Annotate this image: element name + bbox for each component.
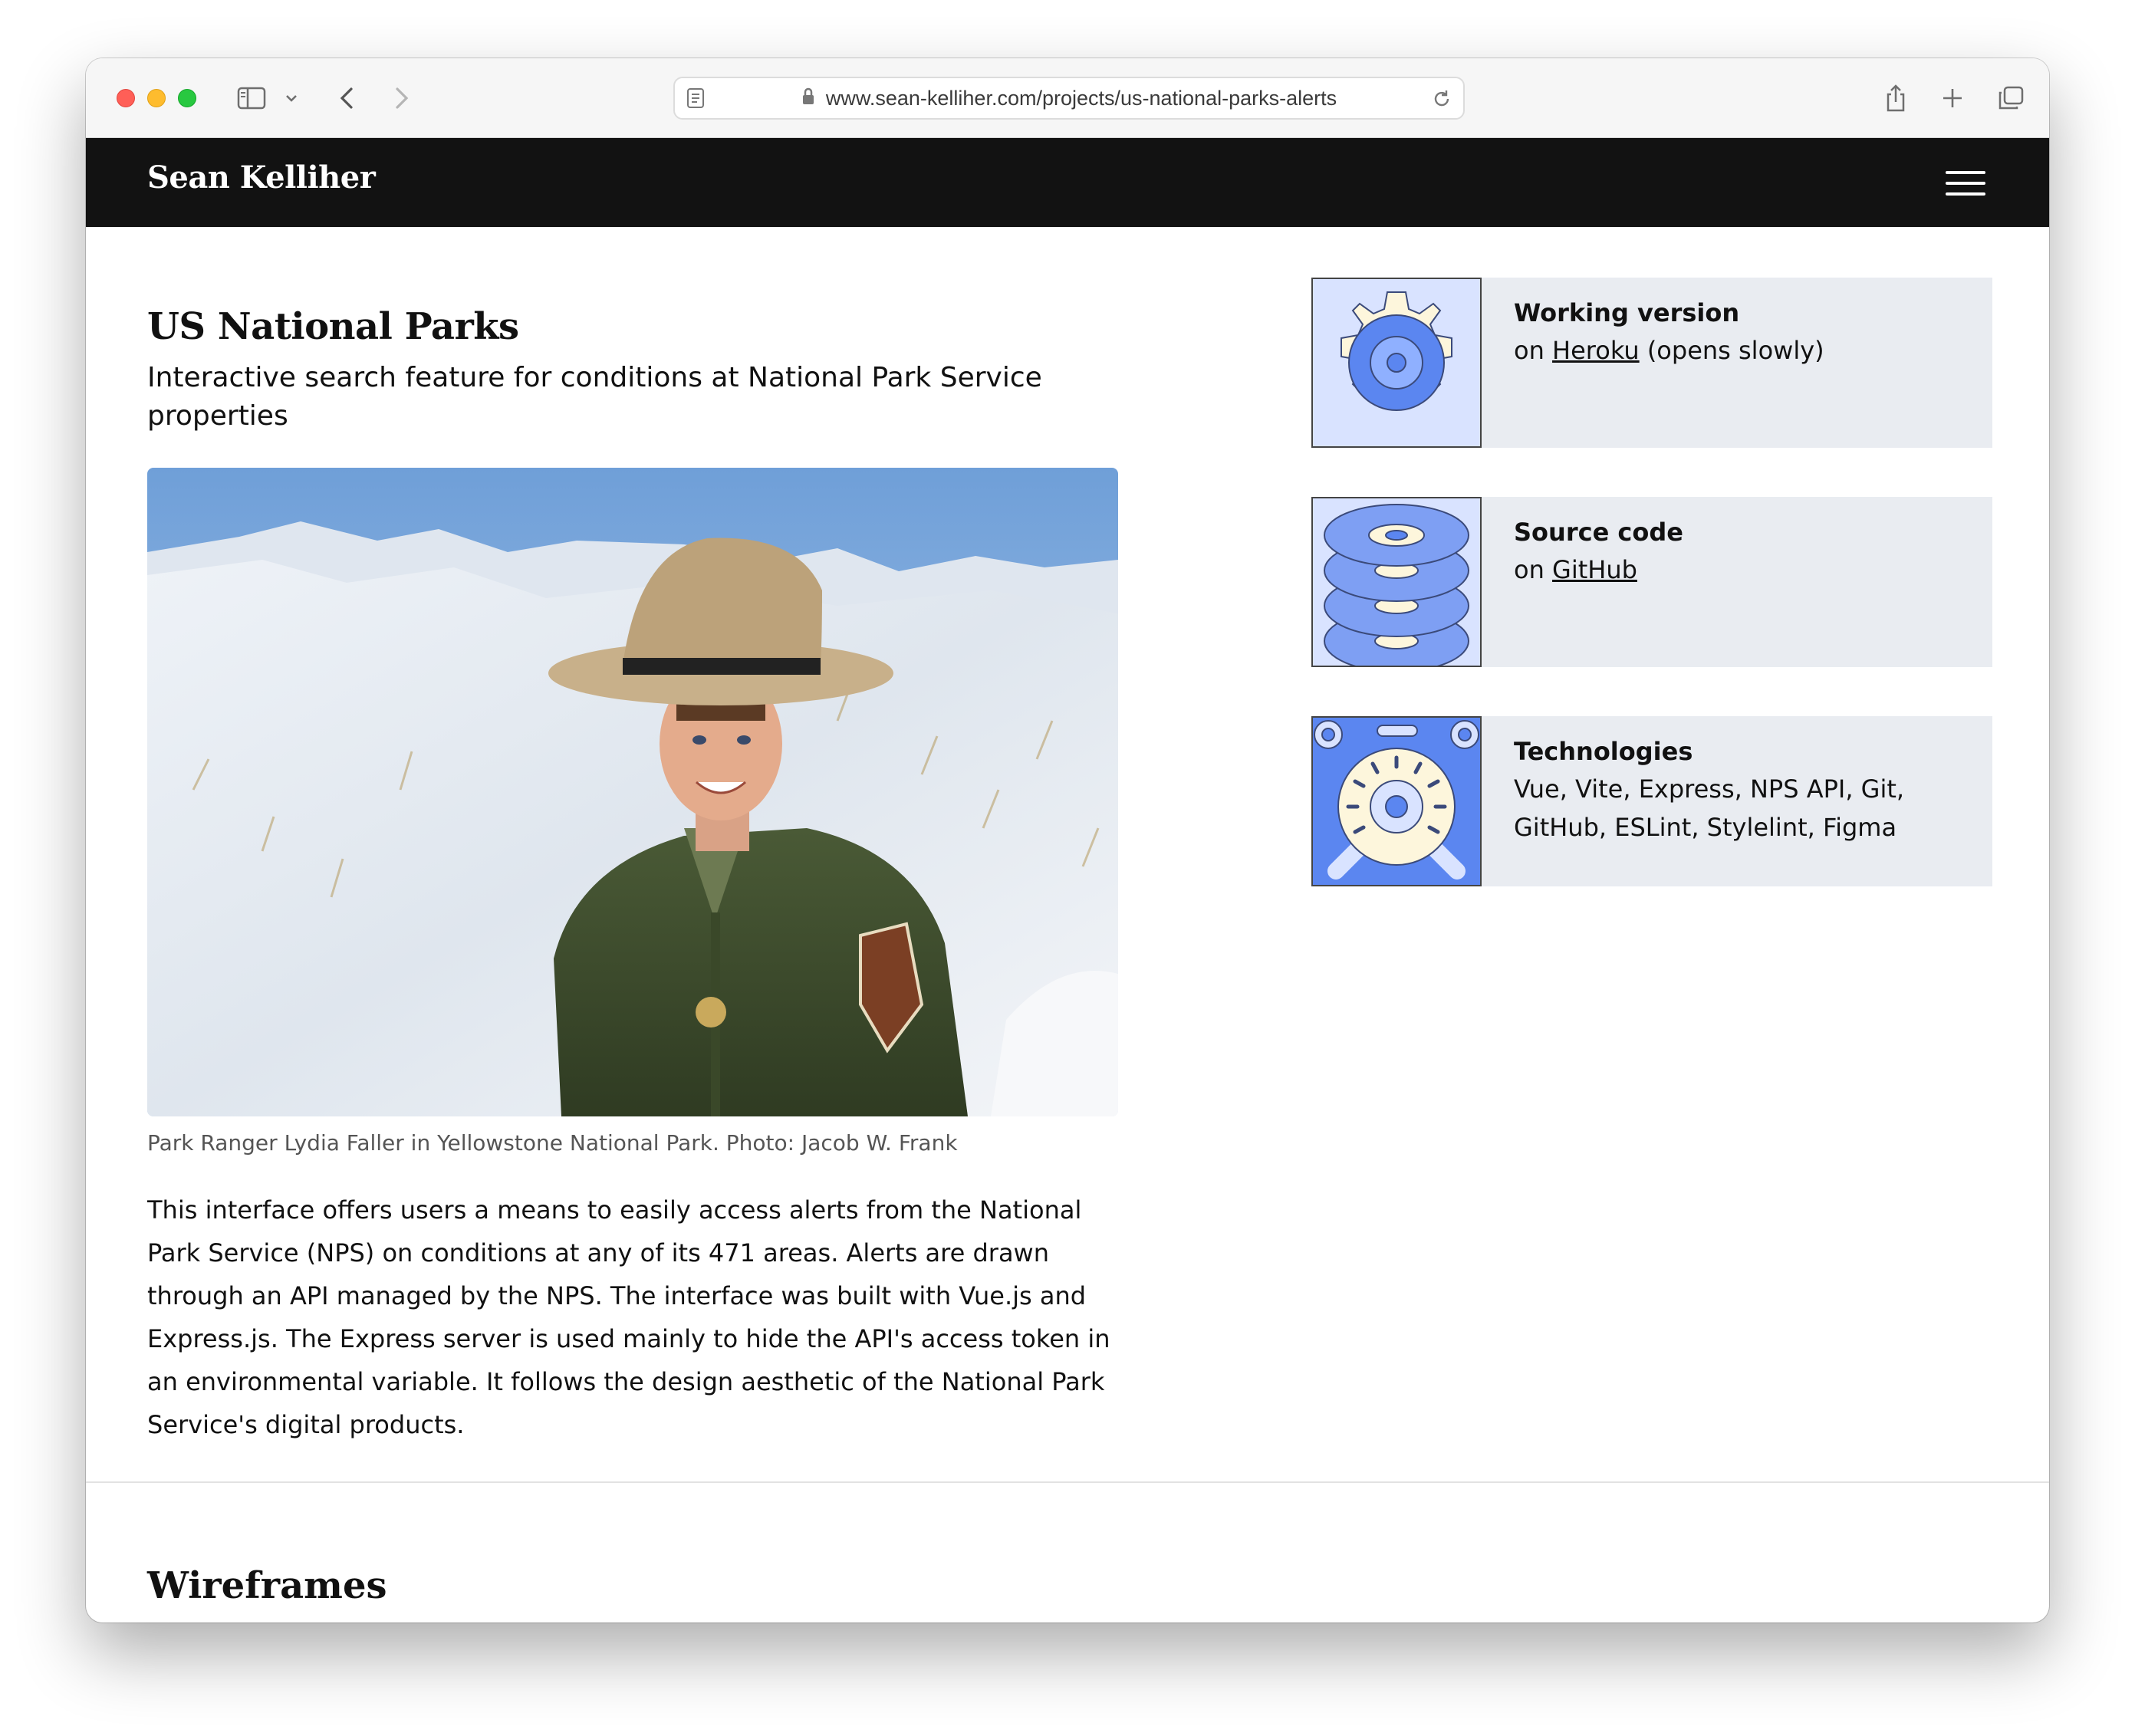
card-source-code: Source code on GitHub	[1311, 497, 1992, 672]
card-description: on GitHub	[1514, 555, 1637, 584]
reader-view-icon[interactable]	[686, 87, 706, 112]
hero-photo	[147, 468, 1118, 1116]
new-tab-icon[interactable]	[1937, 77, 1968, 120]
back-arrow-icon[interactable]	[331, 77, 362, 120]
close-window-button[interactable]	[117, 89, 135, 107]
card-technologies: Technologies Vue, Vite, Express, NPS API…	[1311, 716, 1992, 886]
heroku-link[interactable]: Heroku	[1552, 336, 1640, 365]
forward-arrow-icon[interactable]	[387, 77, 417, 120]
page-title: US National Parks	[147, 305, 519, 348]
card-title: Source code	[1514, 518, 1683, 547]
page-subtitle: Interactive search feature for condition…	[147, 362, 1042, 432]
card-working-version: Working version on Heroku (opens slowly)	[1311, 278, 1992, 448]
hamburger-menu-icon[interactable]	[1946, 171, 1985, 196]
zoom-window-button[interactable]	[178, 89, 196, 107]
url-text: www.sean-kelliher.com/projects/us-nation…	[825, 86, 1337, 110]
card-title: Working version	[1514, 298, 1740, 327]
reload-icon[interactable]	[1431, 88, 1452, 113]
chevron-down-icon[interactable]	[282, 77, 301, 120]
share-icon[interactable]	[1880, 77, 1911, 120]
card-description: on Heroku (opens slowly)	[1514, 336, 1824, 365]
photo-caption: Park Ranger Lydia Faller in Yellowstone …	[147, 1130, 958, 1156]
site-brand[interactable]: Sean Kelliher	[147, 159, 376, 196]
stacked-disks-icon	[1311, 497, 1482, 672]
address-bar[interactable]: www.sean-kelliher.com/projects/us-nation…	[673, 77, 1465, 120]
gear-icon	[1311, 278, 1482, 448]
dial-machine-icon	[1311, 716, 1482, 886]
browser-window: www.sean-kelliher.com/projects/us-nation…	[86, 58, 2049, 1623]
card-title: Technologies	[1514, 737, 1693, 766]
project-description: This interface offers users a means to e…	[147, 1195, 1110, 1439]
minimize-window-button[interactable]	[147, 89, 166, 107]
tab-overview-icon[interactable]	[1994, 77, 2028, 120]
browser-toolbar: www.sean-kelliher.com/projects/us-nation…	[86, 58, 2049, 138]
card-description: Vue, Vite, Express, NPS API, Git, GitHub…	[1514, 774, 1905, 842]
sidebar-icon[interactable]	[236, 77, 267, 120]
section-divider	[86, 1481, 2049, 1483]
lock-icon	[801, 87, 815, 109]
github-link[interactable]: GitHub	[1552, 555, 1637, 584]
site-header: Sean Kelliher	[86, 138, 2049, 227]
section-title-wireframes: Wireframes	[147, 1564, 387, 1607]
